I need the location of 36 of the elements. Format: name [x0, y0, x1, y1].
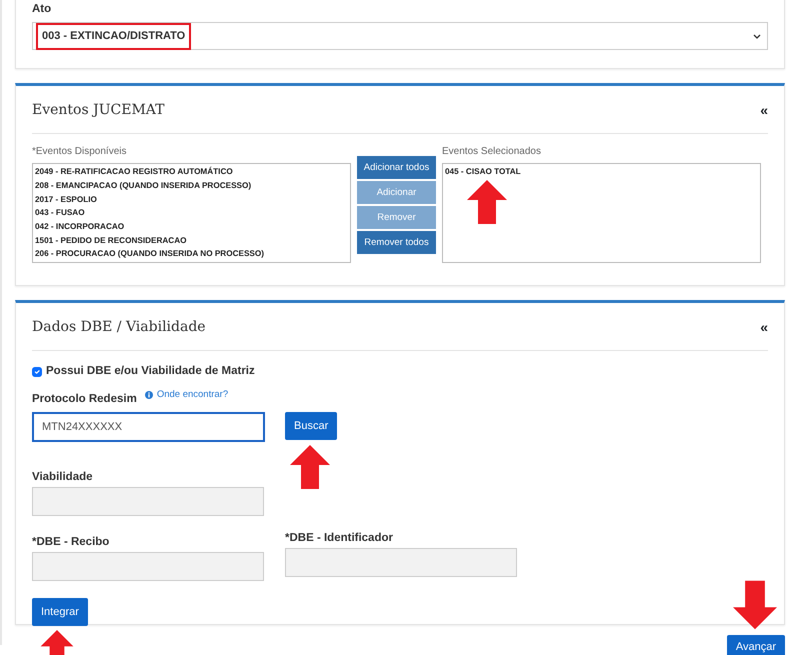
next-button[interactable]: Avançar	[726, 635, 785, 655]
input-field[interactable]: MTN24XXXXXX	[32, 412, 265, 442]
checkbox[interactable]	[32, 366, 42, 377]
list-item[interactable]: 206 - PROCURACAO (QUANDO INSERIDA NO PROCESSO)	[35, 247, 348, 262]
list-item[interactable]: 042 - INCORPORACAO	[35, 220, 348, 234]
input-field[interactable]	[32, 552, 264, 582]
list-item[interactable]: 2017 - ESPOLIO	[35, 192, 348, 206]
input-field[interactable]	[32, 487, 264, 516]
integrate-button[interactable]: Integrar	[32, 598, 88, 626]
list-item[interactable]: 045 - CISAO TOTAL	[445, 165, 758, 179]
field-label: *DBE - Recibo	[32, 535, 110, 550]
input-field[interactable]	[285, 548, 517, 578]
move-button[interactable]: Remover todos	[357, 231, 436, 254]
collapse-toggle[interactable]: «	[760, 100, 768, 122]
field-label: Protocolo Redesim	[32, 392, 137, 406]
field-label: *Eventos Disponíveis	[32, 145, 128, 160]
checkbox-label: Possui DBE e/ou Viabilidade de Matriz	[46, 364, 255, 380]
field-label: Eventos Selecionados	[442, 145, 542, 160]
list-item[interactable]: 043 - FUSAO	[35, 206, 348, 220]
list-item[interactable]: 208 - EMANCIPACAO (QUANDO INSERIDA PROCESSO)	[35, 178, 348, 193]
help-link[interactable]: Onde encontrar?	[144, 388, 228, 402]
move-button[interactable]: Adicionar todos	[357, 156, 436, 180]
list-box[interactable]: 045 - CISAO TOTAL	[442, 163, 761, 264]
section-title: Eventos JUCEMAT	[32, 101, 164, 120]
select-field[interactable]: 003 - EXTINCAO/DISTRATO	[32, 22, 768, 50]
collapse-toggle[interactable]: «	[760, 317, 768, 338]
list-box[interactable]	[32, 163, 351, 264]
field-label: Ato	[32, 2, 52, 17]
field-label: *DBE - Identificador	[285, 531, 394, 546]
list-item[interactable]: 1501 - PEDIDO DE RECONSIDERACAO	[35, 234, 348, 248]
list-item[interactable]: 2049 - RE-RATIFICACAO REGISTRO AUTOMÁTICO	[35, 165, 348, 179]
search-button[interactable]: Buscar	[285, 412, 338, 440]
info-icon	[144, 390, 153, 399]
section-title: Dados DBE / Viabilidade	[32, 318, 206, 338]
field-label: Viabilidade	[32, 470, 94, 485]
caret-icon	[753, 34, 761, 39]
